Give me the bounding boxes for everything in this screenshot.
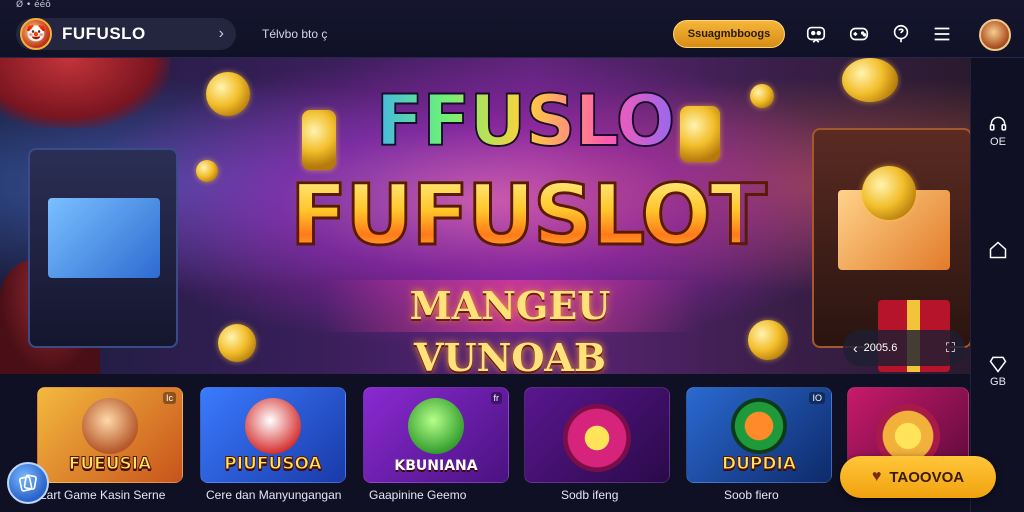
- mascot-icon: [408, 398, 464, 454]
- cards-icon: [18, 474, 37, 492]
- brand-name: FUFUSLO: [62, 24, 146, 43]
- coin-icon: [206, 72, 250, 116]
- card-badge: fr: [490, 392, 502, 404]
- curtain-decoration: [0, 58, 170, 128]
- game-controller-icon[interactable]: [847, 22, 871, 46]
- mascot-icon: [245, 398, 301, 454]
- hero-title-main: FUFUSLOT: [289, 165, 769, 266]
- chat-bot-icon[interactable]: [804, 22, 828, 46]
- floating-app-button[interactable]: [7, 462, 49, 504]
- rail-label: OE: [990, 136, 1006, 148]
- heart-icon: ♥: [871, 468, 882, 485]
- game-title: KBUNIANA: [394, 458, 478, 474]
- mascot-icon: [82, 398, 138, 454]
- headset-icon: [989, 116, 1007, 131]
- game-title: FUEUSIA: [68, 454, 152, 475]
- header-tagline: Télvbo bto ç: [262, 27, 328, 41]
- card-badge: IO: [809, 392, 825, 404]
- wreath-icon: [731, 398, 787, 454]
- coin-icon: [862, 166, 916, 220]
- game-caption: Sodb ifeng: [561, 488, 619, 502]
- rail-label: GB: [990, 376, 1006, 388]
- carousel-control[interactable]: ‹ 2005.6 ⛶: [843, 330, 965, 366]
- hero-banner[interactable]: FFUSLO FUFUSLOT MANGEU VUNOAB: [0, 58, 970, 374]
- avatar[interactable]: [979, 19, 1011, 51]
- game-caption: Gaapinine Geemo: [369, 488, 467, 502]
- brand-selector[interactable]: 🤡 FUFUSLO ›: [16, 18, 236, 50]
- game-card[interactable]: PIUFUSOA: [200, 387, 346, 483]
- coin-icon: [842, 58, 898, 102]
- game-caption: Soob fiero: [724, 488, 779, 502]
- cta-button[interactable]: ♥ TAOOVOA: [840, 456, 996, 498]
- casino-chip-icon: [563, 404, 631, 472]
- carousel-label: 2005.6: [863, 342, 898, 354]
- coin-icon: [218, 324, 256, 362]
- coin-icon: [750, 84, 774, 108]
- chevron-left-icon[interactable]: ‹: [853, 340, 858, 356]
- status-text: Ø • ééô: [16, 0, 51, 10]
- game-title: DUPDIA: [722, 454, 797, 475]
- coin-icon: [748, 320, 788, 360]
- cta-label: TAOOVOA: [889, 468, 965, 486]
- game-card[interactable]: fr KBUNIANA: [363, 387, 509, 483]
- game-title: PIUFUSOA: [224, 454, 322, 475]
- promo-button[interactable]: Ssuagmbboogs: [673, 20, 785, 48]
- rail-item-vip[interactable]: GB: [971, 354, 1024, 388]
- menu-icon[interactable]: [930, 22, 954, 46]
- home-icon: [989, 241, 1007, 259]
- coin-icon: [196, 160, 218, 182]
- coin-stack-icon: [302, 110, 336, 170]
- game-list: Ic FUEUSIA Lart Game Kasin Serne PIUFUSO…: [0, 374, 970, 512]
- rail-item-home[interactable]: [971, 240, 1024, 260]
- card-badge: Ic: [162, 392, 176, 404]
- hero-subtitle: MANGEU VUNOAB: [320, 280, 700, 374]
- support-icon[interactable]: [889, 22, 913, 46]
- expand-icon[interactable]: ⛶: [946, 340, 955, 356]
- diamond-icon: [989, 356, 1007, 373]
- side-rail: OE GB: [970, 58, 1024, 512]
- game-card[interactable]: [524, 387, 670, 483]
- game-card[interactable]: IO DUPDIA: [686, 387, 832, 483]
- hero-title-top: FFUSLO: [360, 79, 690, 163]
- chevron-right-icon: ›: [218, 25, 224, 42]
- game-caption: Lart Game Kasin Serne: [40, 488, 166, 502]
- top-bar: Ø • ééô 🤡 FUFUSLO › Télvbo bto ç Ssuagmb…: [0, 0, 1024, 58]
- game-caption: Cere dan Manyungangan: [206, 488, 342, 502]
- brand-logo-icon: 🤡: [20, 18, 52, 50]
- arcade-machine-left: [28, 148, 178, 348]
- game-card[interactable]: Ic FUEUSIA: [37, 387, 183, 483]
- rail-item-support[interactable]: OE: [971, 114, 1024, 148]
